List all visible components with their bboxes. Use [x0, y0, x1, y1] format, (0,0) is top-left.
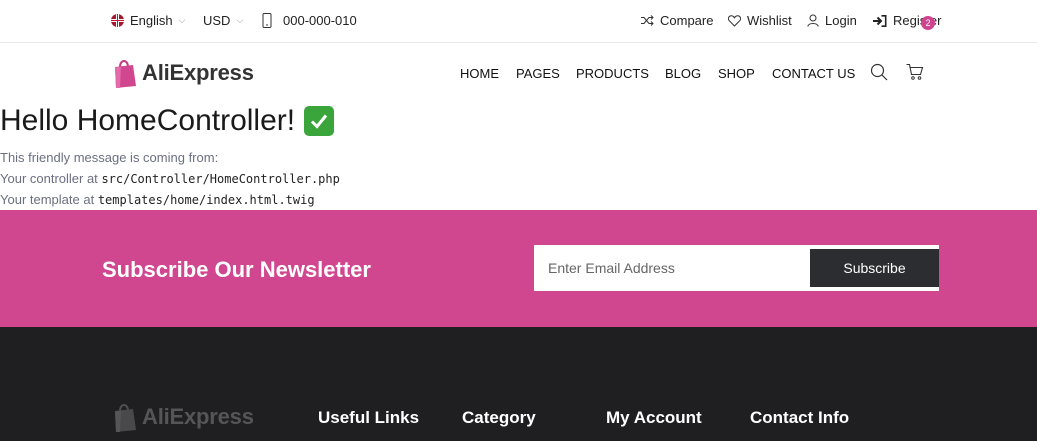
footer: AliExpress Useful Links Category My Acco… [0, 327, 1037, 441]
login-label: Login [825, 13, 857, 28]
cart-icon[interactable] [906, 63, 924, 86]
phone-number: 000-000-010 [262, 0, 357, 41]
template-line: Your template at templates/home/index.ht… [0, 192, 315, 207]
currency-label: USD [203, 13, 231, 28]
wishlist-label: Wishlist [747, 13, 792, 28]
footer-heading-contact-info: Contact Info [750, 408, 850, 427]
phone-icon [262, 13, 272, 28]
page-title: Hello HomeController! [0, 104, 335, 138]
login-link[interactable]: Login [807, 0, 857, 41]
subscribe-button[interactable]: Subscribe [810, 249, 939, 287]
newsletter-section: Subscribe Our Newsletter Subscribe [0, 210, 1037, 327]
footer-heading-useful-links: Useful Links [318, 408, 420, 427]
email-input[interactable] [534, 245, 810, 291]
template-path: templates/home/index.html.twig [97, 193, 315, 207]
footer-heading-category: Category [462, 408, 536, 427]
footer-heading-my-account: My Account [606, 408, 702, 427]
language-label: English [130, 13, 173, 28]
nav-home[interactable]: HOME [460, 66, 499, 81]
nav-pages[interactable]: PAGES [516, 66, 560, 81]
currency-selector[interactable]: USD ⌵ [203, 0, 243, 41]
template-prefix: Your template at [0, 192, 95, 207]
user-icon [807, 14, 819, 27]
newsletter-title: Subscribe Our Newsletter [102, 257, 371, 282]
site-logo[interactable]: AliExpress [112, 56, 254, 90]
nav-blog[interactable]: BLOG [665, 66, 701, 81]
shopping-bag-icon [115, 404, 136, 432]
message-line: This friendly message is coming from: [0, 150, 219, 165]
uk-flag-icon [111, 14, 124, 27]
main-header: AliExpress HOME PAGES PRODUCTS BLOG SHOP… [0, 44, 1037, 102]
controller-prefix: Your controller at [0, 171, 98, 186]
footer-logo[interactable]: AliExpress [112, 401, 254, 433]
check-mark-icon [304, 106, 335, 136]
chevron-down-icon: ⌵ [178, 15, 186, 25]
compare-label: Compare [660, 13, 714, 28]
page-title-text: Hello HomeController! [0, 104, 296, 137]
sign-in-icon [873, 14, 887, 27]
shuffle-icon [641, 15, 654, 26]
shopping-bag-icon [115, 60, 136, 88]
nav-shop[interactable]: SHOP [718, 66, 755, 81]
top-bar: English ⌵ USD ⌵ 000-000-010 Compare Wish… [0, 0, 1037, 43]
controller-path: src/Controller/HomeController.php [101, 172, 340, 186]
compare-link[interactable]: Compare [641, 0, 713, 41]
wishlist-link[interactable]: Wishlist [728, 0, 792, 41]
heart-icon [728, 14, 741, 27]
nav-contact-us[interactable]: CONTACT US [772, 66, 855, 81]
newsletter-form: Subscribe [534, 245, 939, 291]
logo-text: AliExpress [142, 60, 254, 85]
language-selector[interactable]: English ⌵ [111, 0, 185, 41]
chevron-down-icon: ⌵ [236, 15, 244, 25]
nav-products[interactable]: PRODUCTS [576, 66, 649, 81]
phone-label: 000-000-010 [283, 13, 357, 28]
search-icon[interactable] [870, 63, 888, 86]
controller-line: Your controller at src/Controller/HomeCo… [0, 171, 340, 186]
footer-logo-text: AliExpress [142, 404, 254, 429]
cart-count-badge: 2 [921, 16, 935, 30]
